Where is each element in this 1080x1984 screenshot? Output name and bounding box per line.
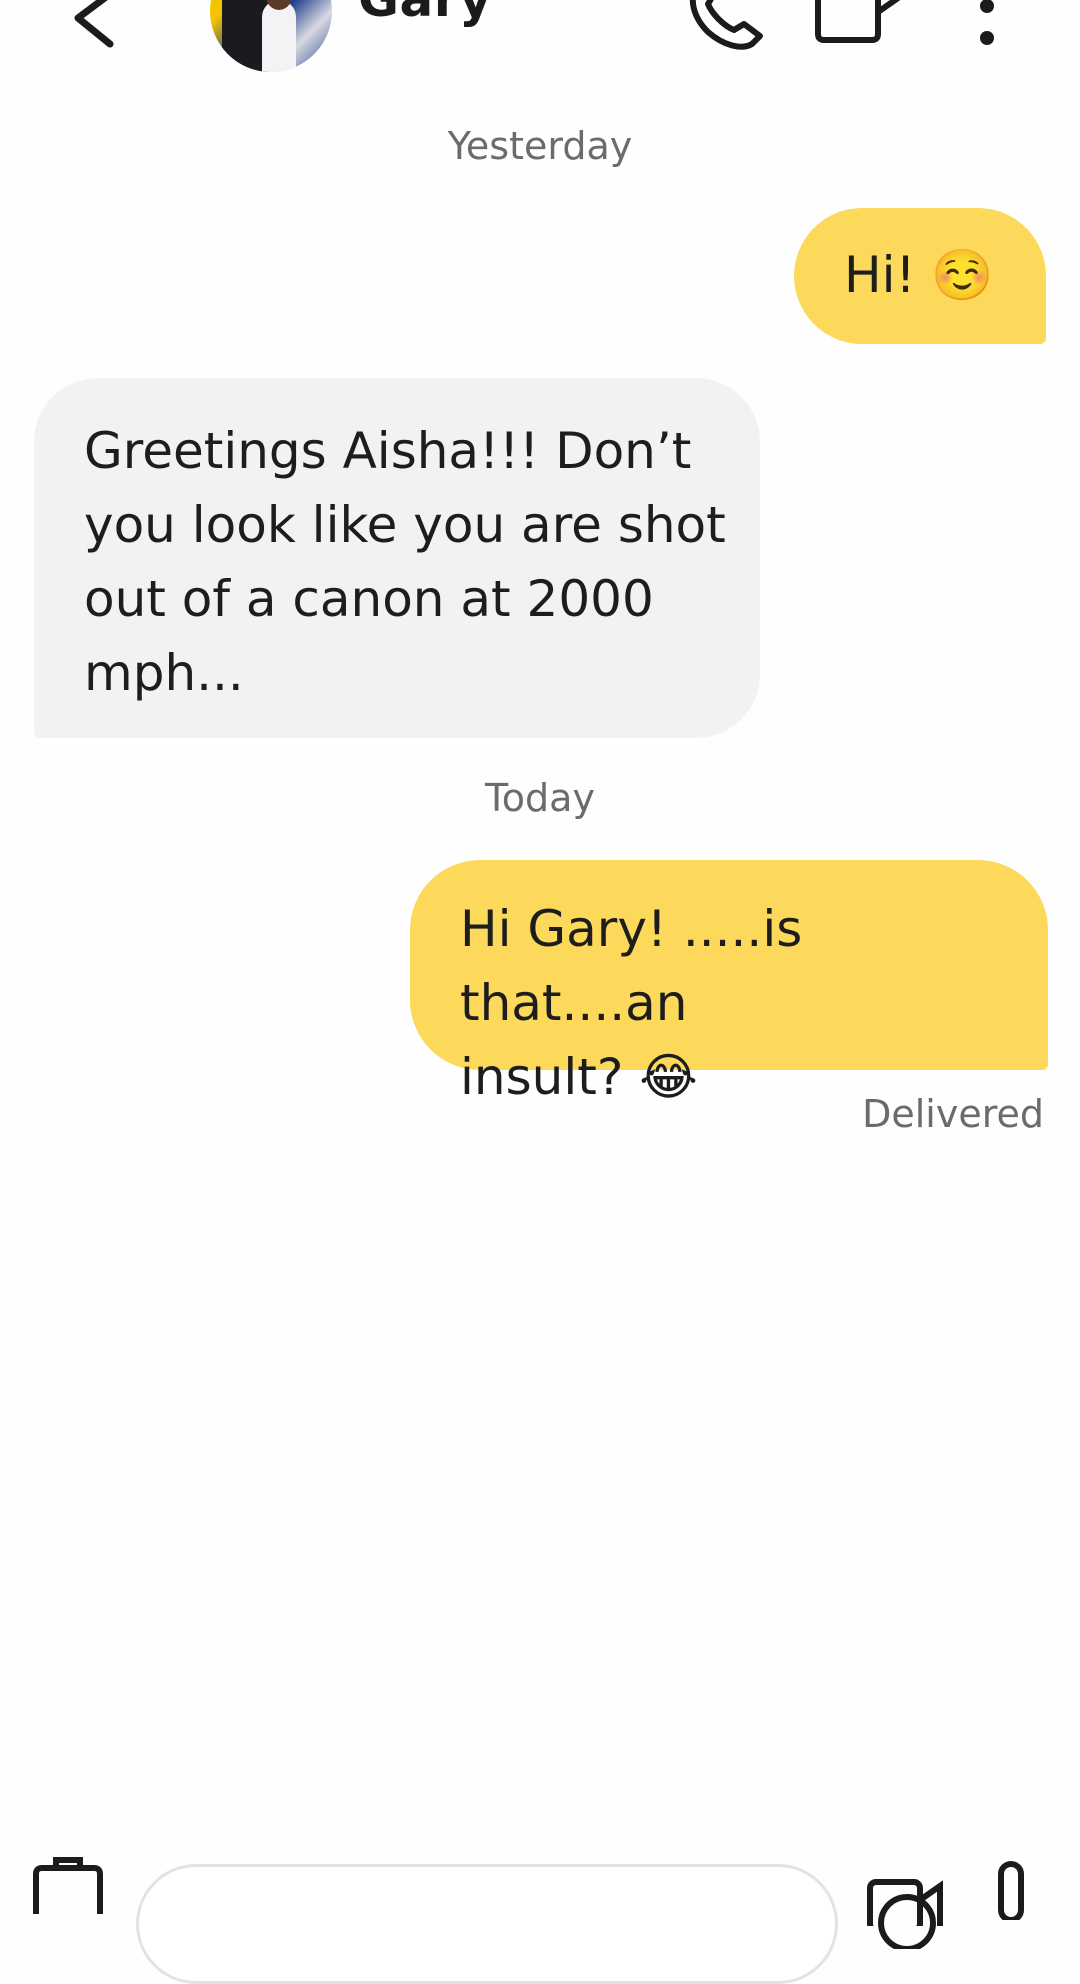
message-line: you look like you are shot	[84, 496, 726, 554]
contact-avatar[interactable]	[210, 0, 332, 72]
video-camera-icon	[815, 0, 901, 43]
chevron-left-icon	[74, 0, 114, 48]
message-line: mph...	[84, 644, 244, 702]
back-button[interactable]	[66, 0, 126, 58]
microphone-icon	[998, 1861, 1024, 1920]
incoming-message[interactable]: Greetings Aisha!!! Don’t you look like y…	[34, 378, 760, 738]
date-separator: Today	[485, 776, 595, 820]
message-line: out of a canon at 2000	[84, 570, 654, 628]
outgoing-message[interactable]: Hi! ☺️	[794, 208, 1046, 344]
message-line: Hi Gary! .....is that....an	[460, 900, 803, 1032]
video-call-button[interactable]	[812, 0, 912, 46]
chat-header: Gary	[0, 0, 1080, 80]
attach-button[interactable]	[30, 1854, 106, 1914]
outgoing-message[interactable]: Hi Gary! .....is that....an insult? 😂	[410, 860, 1048, 1106]
delivery-status: Delivered	[862, 1092, 1044, 1136]
more-vertical-icon	[980, 0, 994, 45]
phone-icon	[689, 0, 763, 50]
date-separator: Yesterday	[447, 124, 633, 168]
video-message-button[interactable]	[866, 1876, 946, 1926]
message-composer	[0, 1840, 1080, 1984]
voice-message-button[interactable]	[990, 1860, 1032, 1920]
message-input-field[interactable]	[136, 1864, 936, 1984]
contact-name[interactable]: Gary	[358, 0, 492, 28]
more-options-button[interactable]	[972, 0, 1002, 54]
voice-call-button[interactable]	[682, 0, 766, 54]
video-message-icon	[867, 1879, 943, 1926]
attachment-icon	[33, 1857, 103, 1914]
message-line: Greetings Aisha!!! Don’t	[84, 422, 692, 480]
message-input[interactable]	[189, 1887, 753, 1939]
